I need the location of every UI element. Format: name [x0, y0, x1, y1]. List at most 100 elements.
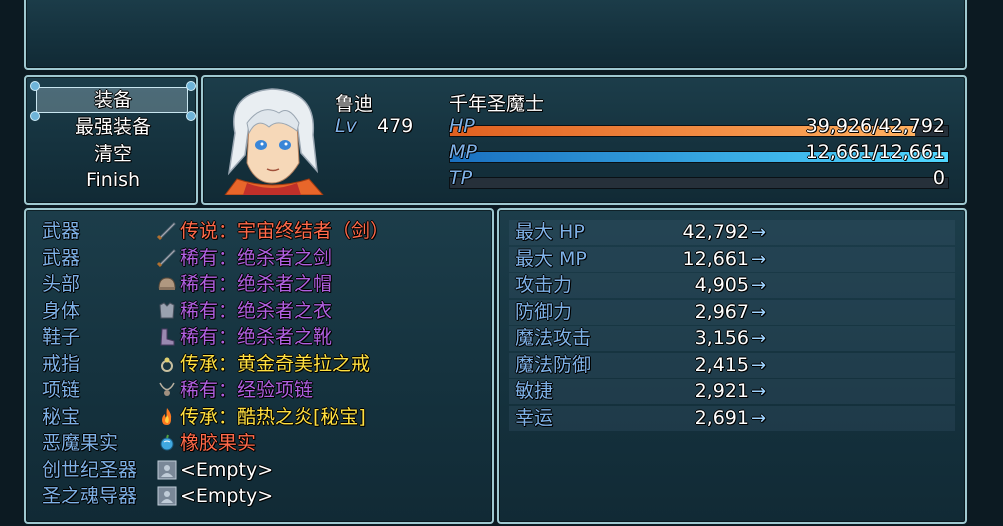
- sword-icon: [156, 248, 178, 268]
- slot-name: 头部: [42, 273, 81, 295]
- right-arrow-icon: →: [751, 222, 767, 243]
- right-arrow-icon: →: [751, 248, 767, 270]
- actor-window: 鲁迪 Lv 479 千年圣魔士 HP 39,926/42,792 MP 12,6…: [201, 75, 967, 205]
- mp-label: MP: [449, 141, 477, 163]
- stat-value: 2,691: [694, 406, 749, 429]
- level-label: Lv: [335, 115, 357, 137]
- slot-name: 项链: [42, 379, 81, 401]
- actor-level: 479: [377, 115, 414, 137]
- empty-slot-icon: [156, 486, 178, 506]
- slot-name: 创世纪圣器: [42, 458, 138, 481]
- stat-name: 敏捷: [515, 380, 554, 402]
- slot-name: 恶魔果实: [42, 432, 119, 454]
- armor-icon: [156, 301, 178, 321]
- command-equip[interactable]: 装备: [40, 87, 186, 113]
- equip-slot-row[interactable]: 身体 稀有：绝杀者之衣: [40, 298, 480, 324]
- actor-name: 鲁迪: [335, 93, 374, 115]
- stat-row: 幸运 2,691 →: [509, 405, 955, 431]
- slot-item-name: 稀有：绝杀者之帽: [180, 273, 333, 295]
- stat-value: 42,792: [682, 221, 749, 243]
- slot-item-name: 稀有：绝杀者之衣: [180, 299, 333, 322]
- cursor-corner-icon: [30, 81, 40, 91]
- command-clear[interactable]: 清空: [40, 141, 186, 167]
- slot-item-name: 稀有：经验项链: [180, 379, 314, 401]
- stat-value: 4,905: [694, 274, 749, 296]
- stat-name: 幸运: [515, 406, 554, 429]
- equip-slot-row[interactable]: 武器 传说：宇宙终结者（剑）: [40, 218, 480, 244]
- flame-icon: [156, 407, 178, 427]
- fruit-icon: [156, 433, 178, 453]
- cursor-corner-icon: [186, 81, 196, 91]
- boots-icon: [156, 327, 178, 347]
- slot-name: 武器: [42, 246, 81, 269]
- stat-row: 攻击力 4,905 →: [509, 273, 955, 298]
- hp-label: HP: [449, 115, 475, 137]
- stat-value: 3,156: [694, 327, 749, 349]
- equip-slot-row[interactable]: 武器 稀有：绝杀者之剑: [40, 245, 480, 271]
- equip-slot-row[interactable]: 头部 稀有：绝杀者之帽: [40, 271, 480, 297]
- slot-item-name: 传承：酷热之炎[秘宝]: [180, 405, 366, 428]
- right-arrow-icon: →: [751, 354, 767, 376]
- help-window: [24, 0, 967, 70]
- stat-row: 最大 HP 42,792 →: [509, 220, 955, 245]
- cursor-corner-icon: [30, 111, 40, 121]
- equip-slot-row[interactable]: 圣之魂导器 <Empty>: [40, 483, 480, 509]
- right-arrow-icon: →: [751, 328, 767, 349]
- stat-name: 防御力: [515, 300, 573, 323]
- equip-slot-row[interactable]: 戒指 传承：黄金奇美拉之戒: [40, 351, 480, 377]
- right-arrow-icon: →: [751, 301, 767, 323]
- equip-slot-row[interactable]: 鞋子 稀有：绝杀者之靴: [40, 324, 480, 350]
- equip-slot-row[interactable]: 恶魔果实 橡胶果实: [40, 430, 480, 456]
- slot-item-name: <Empty>: [180, 485, 274, 507]
- slot-name: 戒指: [42, 352, 81, 375]
- equip-slot-row[interactable]: 项链 稀有：经验项链: [40, 377, 480, 403]
- sword-icon: [156, 221, 178, 241]
- equip-slot-row[interactable]: 创世纪圣器 <Empty>: [40, 457, 480, 483]
- ring-icon: [156, 354, 178, 374]
- slot-item-name: 橡胶果实: [180, 432, 257, 454]
- command-finish[interactable]: Finish: [40, 167, 186, 193]
- slot-item-name: 稀有：绝杀者之靴: [180, 326, 333, 348]
- stat-row: 敏捷 2,921 →: [509, 379, 955, 404]
- command-window: 装备 最强装备 清空 Finish: [24, 75, 198, 205]
- slot-item-name: 传承：黄金奇美拉之戒: [180, 352, 371, 375]
- stat-value: 2,967: [694, 300, 749, 323]
- status-window: 最大 HP 42,792 → 最大 MP 12,661 → 攻击力 4,905 → 防御力 2,96…: [497, 208, 967, 524]
- stat-row: 最大 MP 12,661 →: [509, 246, 955, 272]
- stat-name: 最大 HP: [515, 221, 585, 243]
- stat-name: 攻击力: [515, 274, 573, 296]
- slot-item-name: 稀有：绝杀者之剑: [180, 246, 333, 269]
- equip-slot-row[interactable]: 秘宝 传承：酷热之炎[秘宝]: [40, 404, 480, 430]
- slot-item-name: 传说：宇宙终结者（剑）: [180, 220, 390, 242]
- helmet-icon: [156, 274, 178, 294]
- cursor-corner-icon: [186, 111, 196, 121]
- empty-slot-icon: [156, 460, 178, 480]
- equip-slot-window: 武器 传说：宇宙终结者（剑） 武器 稀有：绝杀者之剑 头部 稀有：绝杀者之帽 身体 稀有：绝杀…: [24, 208, 494, 524]
- tp-value: 0: [932, 167, 945, 189]
- stat-name: 魔法防御: [515, 353, 592, 376]
- necklace-icon: [156, 380, 178, 400]
- right-arrow-icon: →: [751, 275, 767, 296]
- slot-name: 身体: [42, 299, 81, 322]
- stat-name: 魔法攻击: [515, 327, 592, 349]
- command-optimize[interactable]: 最强装备: [40, 114, 186, 140]
- stat-value: 2,921: [694, 380, 749, 402]
- slot-name: 武器: [42, 220, 81, 242]
- tp-label: TP: [449, 167, 473, 189]
- hp-value: 39,926/42,792: [805, 115, 945, 137]
- stat-name: 最大 MP: [515, 247, 587, 270]
- slot-item-name: <Empty>: [180, 458, 274, 481]
- stat-row: 魔法防御 2,415 →: [509, 352, 955, 378]
- right-arrow-icon: →: [751, 381, 767, 402]
- mp-value: 12,661/12,661: [805, 141, 945, 163]
- actor-class: 千年圣魔士: [449, 93, 545, 115]
- slot-name: 圣之魂导器: [42, 485, 138, 507]
- stat-row: 防御力 2,967 →: [509, 299, 955, 325]
- stat-value: 12,661: [682, 247, 749, 270]
- tp-gauge: [449, 177, 949, 189]
- right-arrow-icon: →: [751, 407, 767, 429]
- stat-value: 2,415: [694, 353, 749, 376]
- slot-name: 秘宝: [42, 405, 81, 428]
- actor-face-portrait: [224, 88, 324, 195]
- slot-name: 鞋子: [42, 326, 81, 348]
